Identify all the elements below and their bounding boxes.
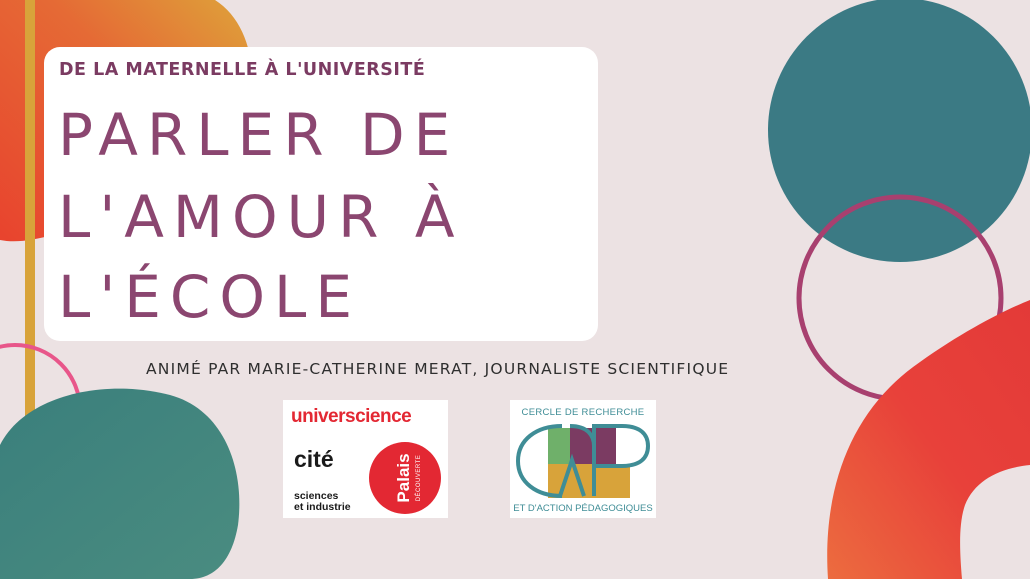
crap-bottom-text: ET D'ACTION PÉDAGOGIQUES [513,503,653,514]
decouverte-text: DÉCOUVERTE [416,454,422,502]
title-line-3: L'ÉCOLE [58,263,362,331]
title-line-2: L'AMOUR À [58,183,464,251]
title-line-1: PARLER DE [58,101,460,169]
crap-monogram-icon [515,424,651,498]
universcience-wordmark: universcience [291,406,412,427]
red-arch-bottom-right [827,300,1030,579]
sciences-text: sciences [294,490,339,502]
teal-blob-bottom-left [0,388,240,579]
industrie-text: et industrie [294,501,351,513]
mustard-vertical-bar [25,0,35,420]
palais-text: Palais [394,453,413,503]
cite-wordmark: cité [294,446,334,472]
host-line: ANIMÉ PAR MARIE-CATHERINE MERAT, JOURNAL… [146,360,730,378]
teal-circle-top-right [768,0,1030,262]
kicker-text: DE LA MATERNELLE À L'UNIVERSITÉ [59,60,426,80]
crap-logo: CERCLE DE RECHERCHE ET D'ACTION PÉDAGOGI… [510,400,656,518]
universcience-logo: universcience cité sciences et industrie… [283,400,448,518]
